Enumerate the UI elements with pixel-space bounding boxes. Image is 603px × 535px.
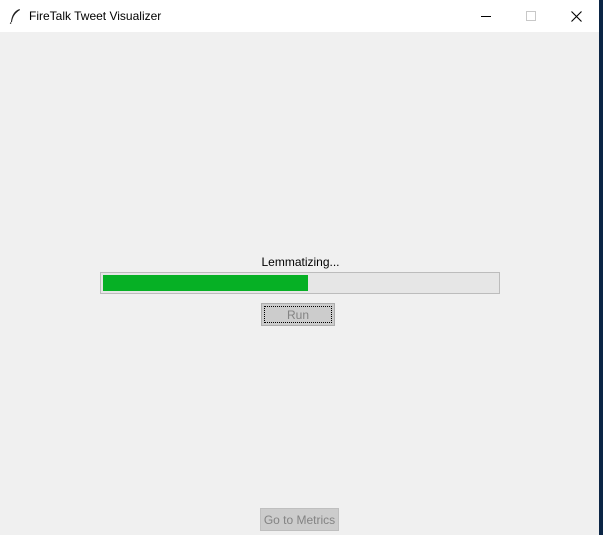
app-window: FireTalk Tweet Visualizer Lemmatizing...… (0, 0, 599, 535)
progress-bar (100, 272, 500, 294)
maximize-icon (526, 11, 536, 21)
status-label: Lemmatizing... (261, 255, 340, 269)
progress-bar-fill (103, 275, 308, 291)
maximize-button[interactable] (508, 0, 554, 32)
close-icon (570, 10, 582, 22)
focus-ring (264, 306, 332, 323)
run-button[interactable]: Run (261, 303, 335, 326)
title-bar[interactable]: FireTalk Tweet Visualizer (0, 0, 599, 32)
feather-icon (8, 8, 22, 25)
minimize-button[interactable] (463, 0, 509, 32)
close-button[interactable] (553, 0, 599, 32)
go-to-metrics-label: Go to Metrics (263, 512, 336, 527)
window-title: FireTalk Tweet Visualizer (29, 9, 162, 23)
minimize-icon (481, 11, 491, 21)
main-panel: Lemmatizing... Run Go to Metrics (0, 32, 599, 535)
go-to-metrics-button[interactable]: Go to Metrics (260, 508, 339, 531)
